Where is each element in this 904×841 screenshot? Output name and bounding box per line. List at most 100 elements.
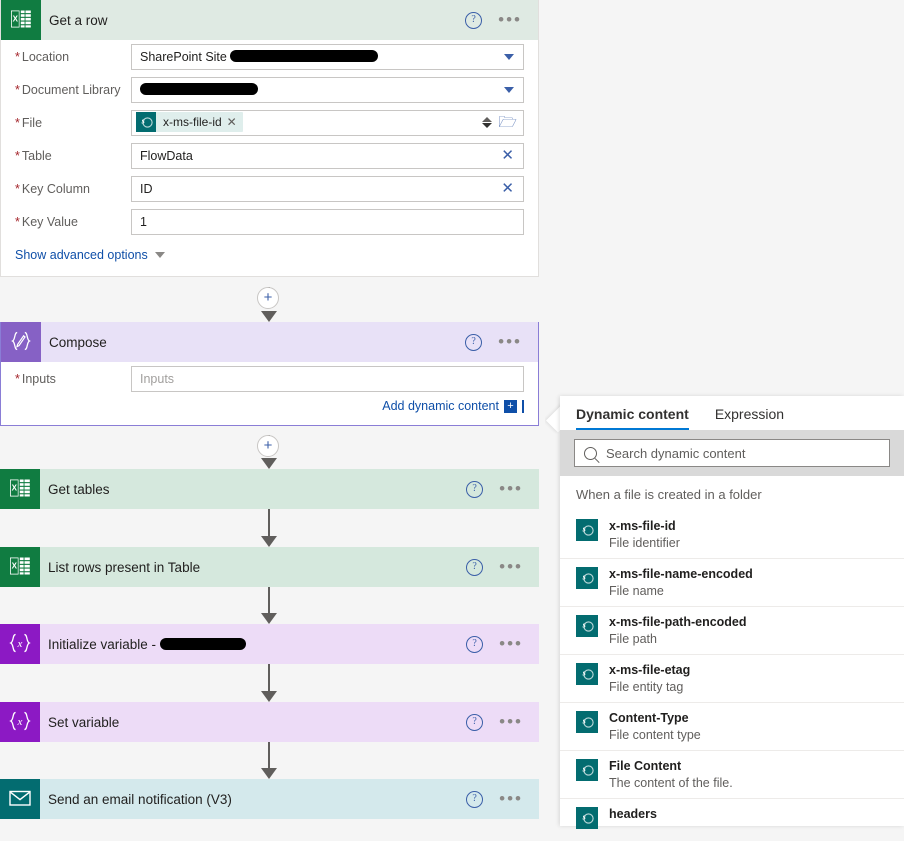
spinner-stepper[interactable] [482, 117, 493, 128]
search-dynamic-content-box[interactable]: Search dynamic content [574, 439, 890, 467]
chevron-down-icon[interactable] [504, 53, 514, 60]
add-dynamic-content-row[interactable]: Add dynamic content + [1, 395, 538, 419]
more-options-icon[interactable]: ••• [499, 790, 523, 807]
help-icon[interactable]: ? [466, 635, 484, 653]
flow-connector [0, 664, 539, 702]
dynamic-content-item[interactable]: s x-ms-file-id File identifier [560, 511, 904, 558]
dynamic-content-item[interactable]: s x-ms-file-name-encoded File name [560, 558, 904, 606]
connector-arrow-icon [261, 768, 277, 779]
card-header[interactable]: X Get a row? ••• [1, 0, 538, 40]
sharepoint-icon: s [141, 117, 153, 128]
input-inputs[interactable]: Inputs [131, 365, 524, 392]
flow-connector [0, 742, 539, 779]
help-icon[interactable]: ? [466, 713, 484, 731]
input-key-column[interactable]: ID ✕ [131, 175, 524, 202]
dynamic-content-token[interactable]: s x-ms-file-id ✕ [136, 112, 243, 132]
dynamic-content-item-description: File content type [609, 728, 701, 742]
compose-braces-icon [9, 330, 33, 355]
card-title: Get a row [49, 12, 108, 28]
svg-text:x: x [17, 638, 23, 650]
more-options-icon[interactable]: ••• [499, 558, 523, 575]
card-body: * Location SharePoint Site * Document Libra… [1, 40, 538, 276]
chevron-down-icon[interactable] [504, 86, 514, 93]
more-options-icon[interactable]: ••• [499, 713, 523, 730]
help-icon[interactable]: ? [466, 790, 484, 808]
more-options-icon[interactable]: ••• [498, 333, 522, 350]
field-value: SharePoint Site [140, 50, 504, 64]
flow-step-get-a-row[interactable]: X Get a row? ••• * Location SharePoint Site *… [0, 0, 539, 277]
tab-expression[interactable]: Expression [715, 406, 784, 430]
variable-icon: x [7, 632, 33, 657]
tab-dynamic-content[interactable]: Dynamic content [576, 406, 689, 430]
insert-step-button[interactable]: + [257, 435, 279, 457]
field-label: * Key Column [15, 181, 90, 196]
show-advanced-options-label: Show advanced options [15, 248, 148, 262]
add-dynamic-content-cursor [522, 399, 524, 413]
card-title: Initialize variable - [48, 637, 246, 652]
dynamic-content-item[interactable]: s File Content The content of the file. [560, 750, 904, 798]
card-icon: x [0, 702, 40, 742]
sharepoint-icon: s [136, 112, 156, 132]
svg-text:s: s [582, 669, 586, 678]
dynamic-content-list: s x-ms-file-id File identifier s x-ms-file-n… [560, 511, 904, 841]
dynamic-content-item[interactable]: s Content-Type File content type [560, 702, 904, 750]
card-icon: x [0, 624, 40, 664]
required-asterisk: * [15, 82, 20, 97]
card-header[interactable]: X List rows present in Table? ••• [0, 547, 539, 587]
form-row: * File s x-ms-file-id ✕ 🗁 [1, 106, 538, 139]
dynamic-content-item-name: x-ms-file-id [609, 519, 676, 533]
card-header[interactable]: x Set variable? ••• [0, 702, 539, 742]
input-table[interactable]: FlowData ✕ [131, 142, 524, 169]
more-options-icon[interactable]: ••• [499, 635, 523, 652]
card-title: List rows present in Table [48, 559, 201, 575]
field-label: * Table [15, 148, 52, 163]
dynamic-content-item[interactable]: s x-ms-file-path-encoded File path [560, 606, 904, 654]
svg-text:X: X [12, 483, 18, 492]
flow-step-send-an-email-notification-v3[interactable]: Send an email notification (V3)? ••• [0, 779, 539, 819]
excel-icon: X [9, 477, 31, 502]
card-header-actions: ? ••• [466, 558, 539, 576]
insert-step-button[interactable]: + [257, 287, 279, 309]
help-icon[interactable]: ? [465, 333, 483, 351]
flow-step-list-rows-present-in-table[interactable]: X List rows present in Table? ••• [0, 547, 539, 587]
dynamic-content-item-text: headers [609, 806, 657, 822]
flow-step-compose[interactable]: Compose? ••• * Inputs Inputs Add dynamic cont… [0, 322, 539, 426]
folder-picker-icon[interactable]: 🗁 [498, 115, 517, 130]
card-header[interactable]: Send an email notification (V3)? ••• [0, 779, 539, 819]
sharepoint-icon: s [582, 669, 594, 680]
card-header[interactable]: x Initialize variable - ? ••• [0, 624, 539, 664]
more-options-icon[interactable]: ••• [498, 11, 522, 28]
card-header[interactable]: X Get tables? ••• [0, 469, 539, 509]
card-header[interactable]: Compose? ••• [1, 322, 538, 362]
dynamic-content-item[interactable]: s x-ms-file-etag File entity tag [560, 654, 904, 702]
card-title: Send an email notification (V3) [48, 791, 232, 807]
dynamic-content-search-area: Search dynamic content [560, 430, 904, 476]
clear-icon[interactable]: ✕ [501, 181, 517, 196]
flow-step-initialize-variable[interactable]: x Initialize variable - ? ••• [0, 624, 539, 664]
add-dynamic-content-plus-icon[interactable]: + [504, 399, 517, 413]
dynamic-content-item[interactable]: s headers [560, 798, 904, 841]
dropdown-document-library[interactable] [131, 76, 524, 103]
help-icon[interactable]: ? [466, 558, 484, 576]
dynamic-content-item-text: File Content The content of the file. [609, 758, 733, 791]
search-input-placeholder[interactable]: Search dynamic content [606, 446, 745, 461]
svg-text:s: s [582, 813, 586, 822]
flow-step-set-variable[interactable]: x Set variable? ••• [0, 702, 539, 742]
show-advanced-options-link[interactable]: Show advanced options [1, 238, 538, 270]
sharepoint-icon: s [576, 759, 598, 781]
add-dynamic-content-link[interactable]: Add dynamic content [382, 399, 499, 413]
remove-token-icon[interactable]: ✕ [227, 115, 237, 129]
help-icon[interactable]: ? [466, 480, 484, 498]
flow-step-get-tables[interactable]: X Get tables? ••• [0, 469, 539, 509]
redacted-text [140, 83, 258, 96]
card-icon [0, 779, 40, 819]
dropdown-location[interactable]: SharePoint Site [131, 43, 524, 70]
card-body: * Inputs Inputs Add dynamic content + [1, 362, 538, 425]
dynamic-content-item-name: x-ms-file-path-encoded [609, 615, 747, 629]
input-key-value[interactable]: 1 [131, 208, 524, 235]
file-picker-field[interactable]: s x-ms-file-id ✕ 🗁 [131, 109, 524, 136]
more-options-icon[interactable]: ••• [499, 480, 523, 497]
card-title: Compose [49, 334, 107, 350]
clear-icon[interactable]: ✕ [501, 148, 517, 163]
help-icon[interactable]: ? [465, 11, 483, 29]
